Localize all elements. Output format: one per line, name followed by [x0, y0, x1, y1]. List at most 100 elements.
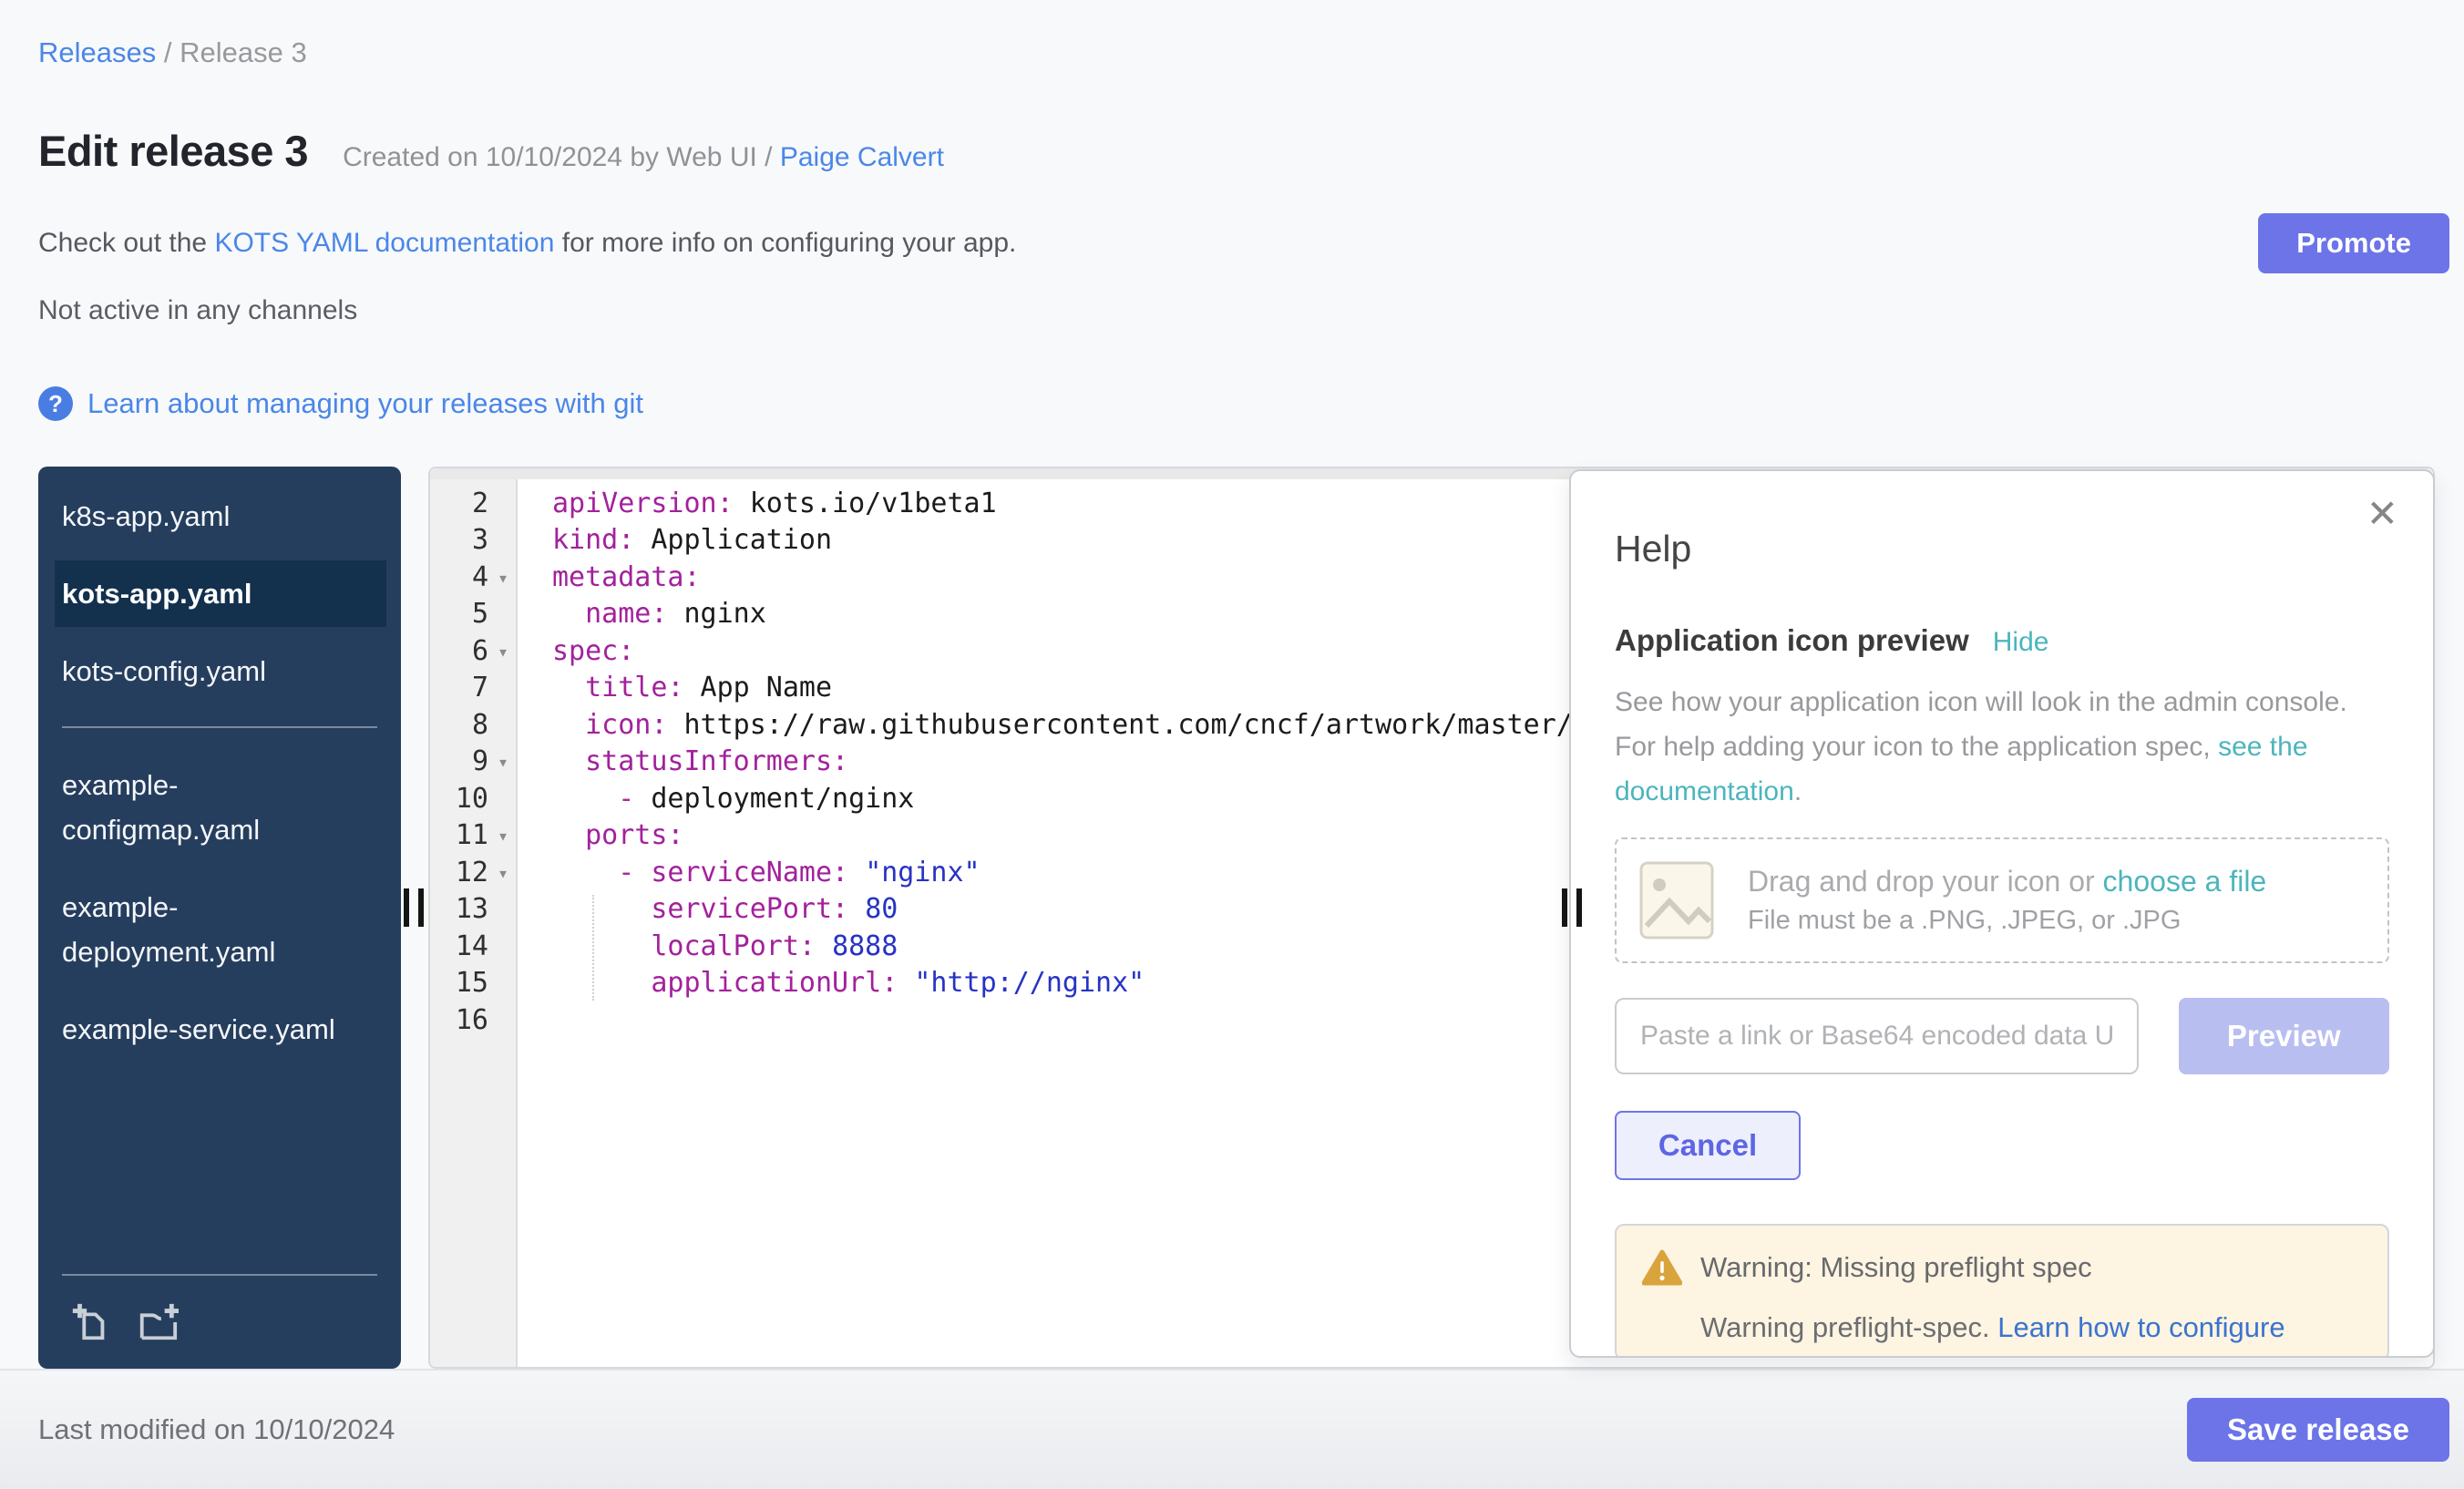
code-text[interactable]: name: nginx: [518, 596, 766, 633]
line-number: 10: [430, 781, 488, 818]
fold-spacer: [488, 891, 518, 929]
close-icon[interactable]: ✕: [2366, 495, 2398, 533]
file-list-top: k8s-app.yamlkots-app.yamlkots-config.yam…: [62, 494, 377, 693]
drop-hint: File must be a .PNG, .JPEG, or .JPG: [1748, 906, 2266, 936]
fold-spacer: [488, 781, 518, 818]
sidebar-item-example-service.yaml[interactable]: example-service.yaml: [62, 1007, 344, 1052]
sidebar-item-kots-app.yaml[interactable]: kots-app.yaml: [55, 560, 386, 627]
new-folder-icon[interactable]: [137, 1301, 179, 1343]
icon-url-input[interactable]: [1615, 998, 2139, 1074]
code-text[interactable]: apiVersion: kots.io/v1beta1: [518, 486, 997, 523]
fold-spacer: [488, 1002, 518, 1040]
line-number: 7: [430, 670, 488, 707]
line-number: 5: [430, 596, 488, 633]
line-number: 9: [430, 744, 488, 781]
warning-box: Warning: Missing preflight spec Warning …: [1615, 1224, 2389, 1358]
title-row: Edit release 3 Created on 10/10/2024 by …: [38, 126, 944, 176]
drop-text: Drag and drop your icon or: [1748, 865, 2103, 898]
content-row: k8s-app.yaml kots-app.yaml kots-config.yam…: [0, 467, 2464, 1369]
help-panel: ✕ Help Application icon preview Hide See…: [1569, 469, 2435, 1358]
sidebar-footer: [62, 1274, 377, 1369]
icon-dropzone[interactable]: Drag and drop your icon or choose a file…: [1615, 837, 2389, 963]
choose-file-link[interactable]: choose a file: [2103, 865, 2267, 898]
code-text[interactable]: metadata:: [518, 560, 701, 597]
code-text[interactable]: localPort: 8888: [518, 929, 898, 966]
sidebar-item-kots-config.yaml[interactable]: kots-config.yaml: [62, 649, 344, 693]
question-circle-icon: ?: [38, 386, 73, 421]
fold-spacer: [488, 965, 518, 1002]
preview-button[interactable]: Preview: [2179, 998, 2389, 1074]
sidebar-item-k8s-app.yaml[interactable]: k8s-app.yaml: [62, 494, 344, 539]
code-text[interactable]: title: App Name: [518, 670, 832, 707]
sidebar-item-example-configmap.yaml[interactable]: example-configmap.yaml: [62, 763, 344, 852]
file-sidebar: k8s-app.yaml kots-app.yaml kots-config.yam…: [38, 467, 401, 1369]
icon-preview-description: See how your application icon will look …: [1615, 680, 2389, 814]
dropzone-text: Drag and drop your icon or choose a file…: [1748, 865, 2266, 936]
warning-configure-link[interactable]: Learn how to configure: [1997, 1311, 2284, 1343]
channel-status: Not active in any channels: [38, 295, 357, 326]
fold-spacer: [488, 522, 518, 560]
icon-url-row: Preview: [1615, 998, 2389, 1074]
line-number: 13: [430, 891, 488, 929]
fold-spacer: [488, 596, 518, 633]
promote-button[interactable]: Promote: [2258, 213, 2449, 273]
sidebar-resize-handle[interactable]: [404, 888, 424, 927]
page-title: Edit release 3: [38, 126, 308, 176]
code-text[interactable]: ports:: [518, 817, 684, 855]
created-author-link[interactable]: Paige Calvert: [780, 142, 944, 172]
line-number: 6: [430, 633, 488, 671]
code-text[interactable]: [518, 1002, 552, 1040]
line-number: 3: [430, 522, 488, 560]
fold-spacer: [488, 670, 518, 707]
fold-spacer: [488, 707, 518, 744]
line-number: 12: [430, 855, 488, 892]
created-text: Created on 10/10/2024 by Web UI /: [343, 142, 780, 172]
file-list-bottom: example-configmap.yaml example-deployment…: [62, 763, 377, 1052]
line-number: 2: [430, 486, 488, 523]
code-text[interactable]: servicePort: 80: [518, 891, 898, 929]
fold-spacer: [488, 929, 518, 966]
code-text[interactable]: kind: Application: [518, 522, 832, 560]
icon-preview-title: Application icon preview: [1615, 623, 1969, 658]
breadcrumb-releases-link[interactable]: Releases: [38, 36, 156, 68]
warning-title: Warning: Missing preflight spec: [1700, 1251, 2092, 1284]
cancel-button[interactable]: Cancel: [1615, 1111, 1801, 1180]
help-panel-resize-handle[interactable]: [1562, 888, 1582, 927]
sidebar-item-example-deployment.yaml[interactable]: example-deployment.yaml: [62, 885, 344, 974]
fold-arrow-icon[interactable]: ▾: [488, 560, 518, 597]
new-file-icon[interactable]: [69, 1301, 111, 1343]
git-releases-link[interactable]: Learn about managing your releases with …: [87, 387, 643, 420]
kots-yaml-doc-link[interactable]: KOTS YAML documentation: [214, 228, 554, 258]
warning-triangle-icon: [1642, 1249, 1682, 1286]
hide-link[interactable]: Hide: [1993, 627, 2049, 658]
save-release-button[interactable]: Save release: [2187, 1398, 2449, 1462]
line-number: 11: [430, 817, 488, 855]
line-number: 14: [430, 929, 488, 966]
code-text[interactable]: - serviceName: "nginx": [518, 855, 980, 892]
code-text[interactable]: - deployment/nginx: [518, 781, 914, 818]
doc-prefix: Check out the: [38, 228, 214, 258]
code-text[interactable]: icon: https://raw.githubusercontent.com/…: [518, 707, 1573, 744]
fold-arrow-icon[interactable]: ▾: [488, 855, 518, 892]
fold-arrow-icon[interactable]: ▾: [488, 744, 518, 781]
line-number: 4: [430, 560, 488, 597]
doc-suffix: for more info on configuring your app.: [554, 228, 1016, 258]
fold-arrow-icon[interactable]: ▾: [488, 633, 518, 671]
breadcrumb-separator: /: [156, 36, 180, 68]
created-note: Created on 10/10/2024 by Web UI / Paige …: [343, 142, 944, 173]
icon-preview-header: Application icon preview Hide: [1615, 623, 2389, 658]
fold-arrow-icon[interactable]: ▾: [488, 817, 518, 855]
help-title: Help: [1615, 528, 2389, 570]
file-list-divider: [62, 726, 377, 728]
line-number: 15: [430, 965, 488, 1002]
image-placeholder-icon: [1638, 860, 1715, 940]
code-text[interactable]: statusInformers:: [518, 744, 848, 781]
warning-text: Warning preflight-spec.: [1700, 1311, 1997, 1343]
line-number: 16: [430, 1002, 488, 1040]
code-text[interactable]: applicationUrl: "http://nginx": [518, 965, 1145, 1002]
breadcrumb-current: Release 3: [180, 36, 307, 68]
git-help-row: ? Learn about managing your releases wit…: [38, 386, 643, 421]
code-text[interactable]: spec:: [518, 633, 634, 671]
last-modified: Last modified on 10/10/2024: [38, 1413, 395, 1446]
footer-bar: Last modified on 10/10/2024 Save release: [0, 1369, 2464, 1489]
